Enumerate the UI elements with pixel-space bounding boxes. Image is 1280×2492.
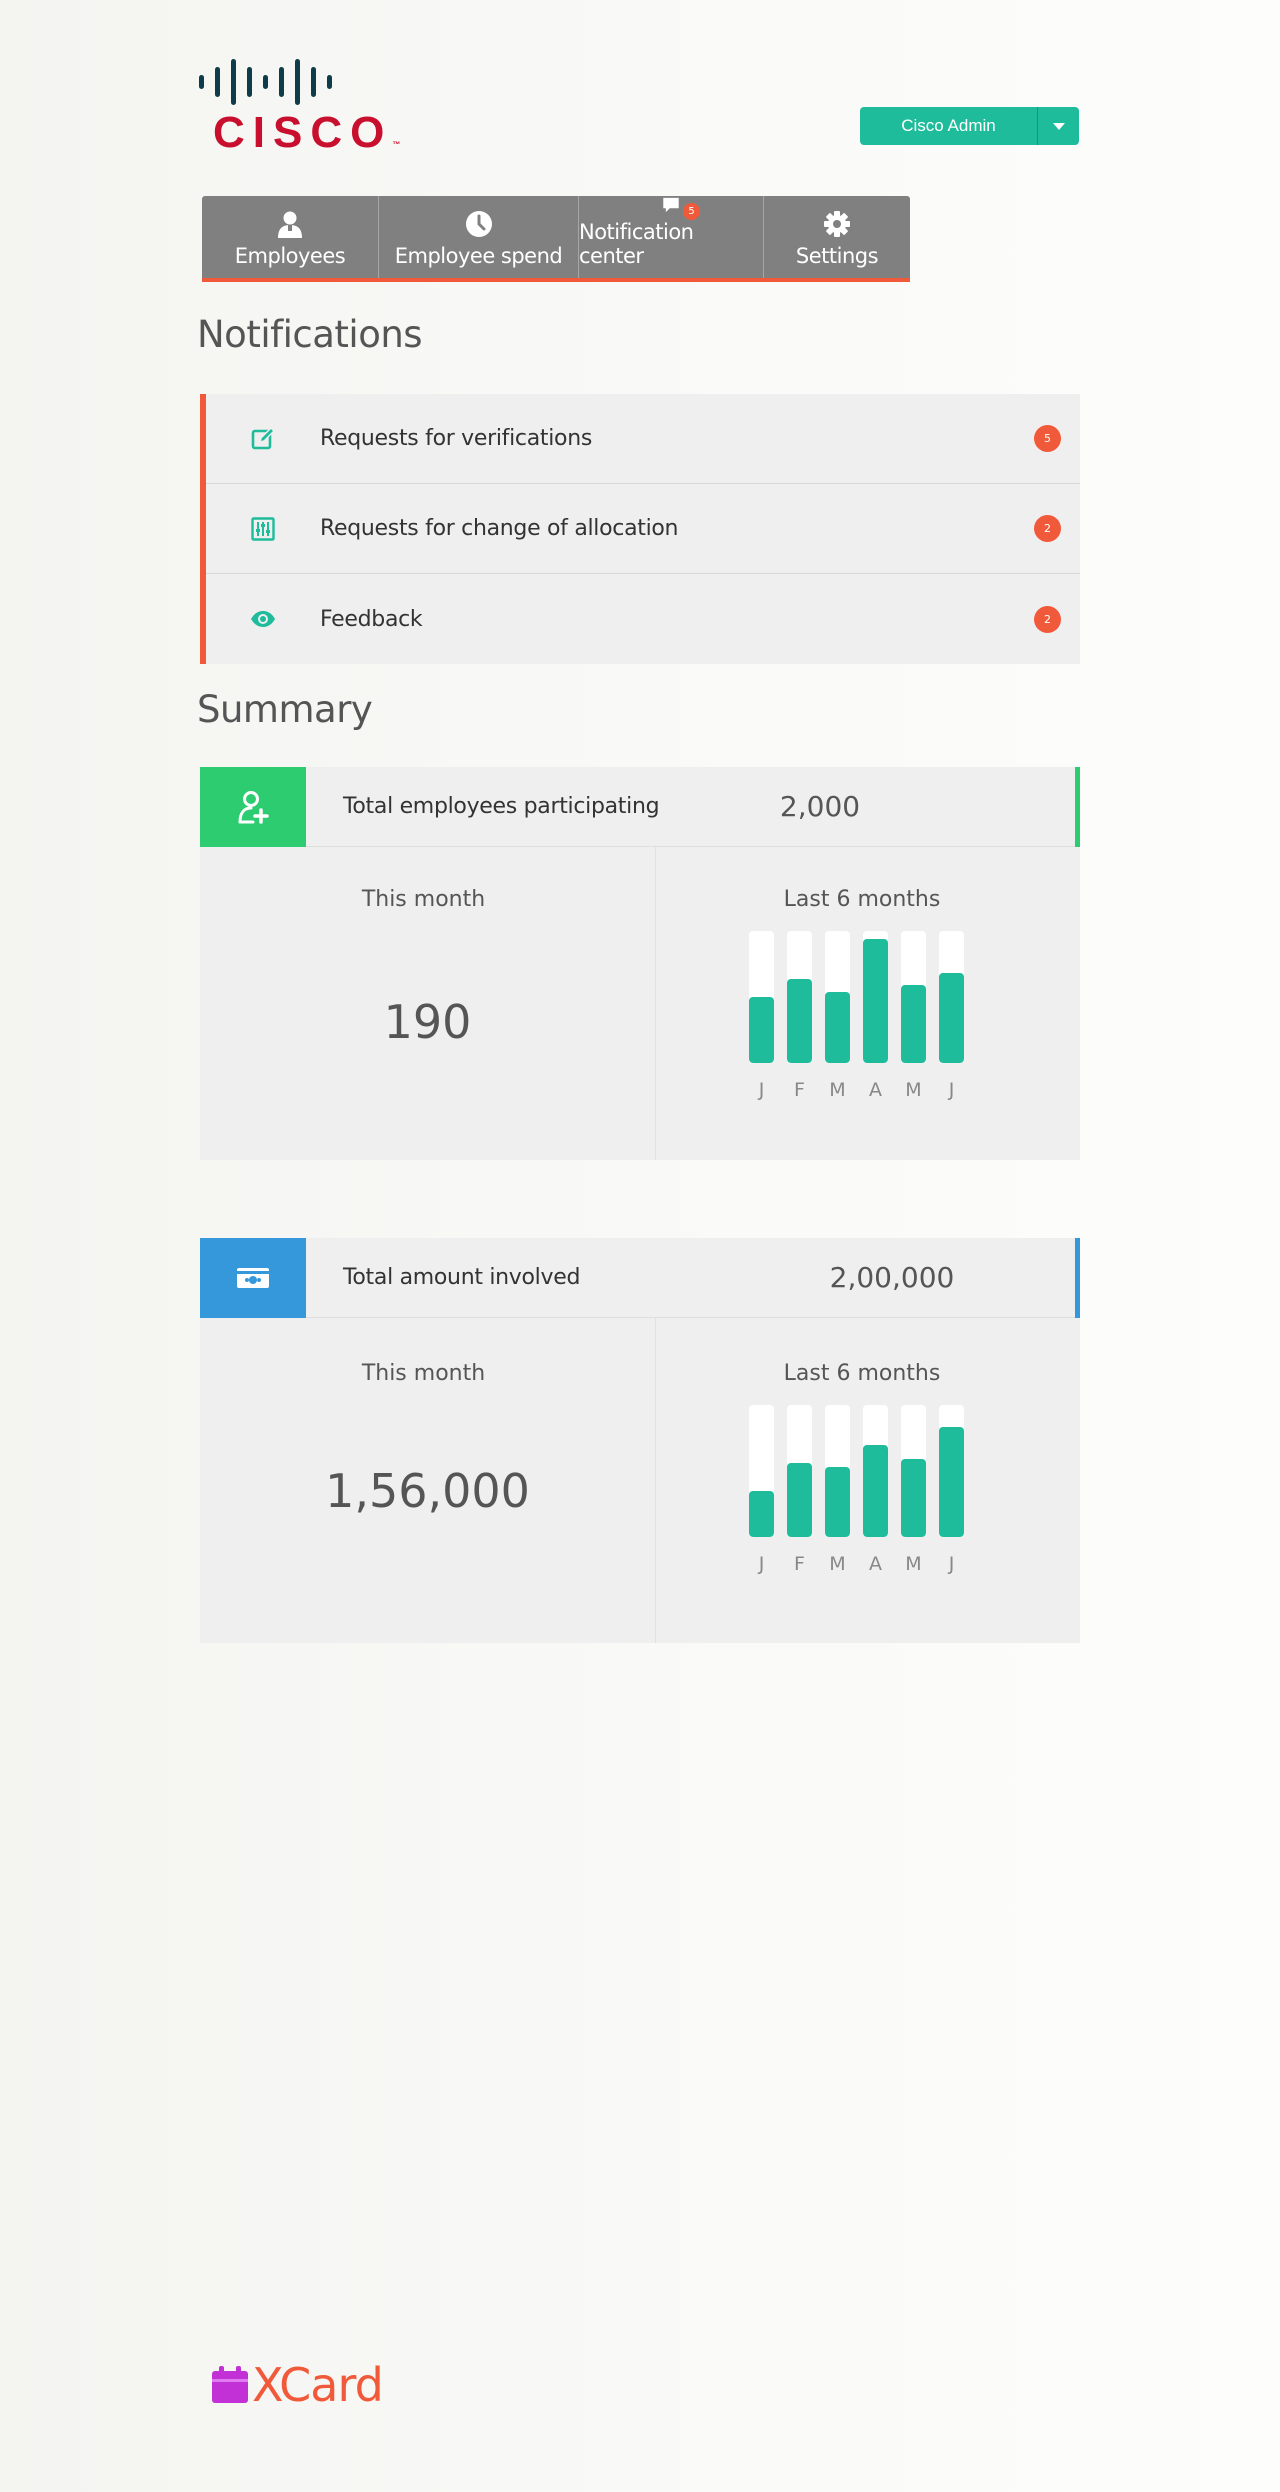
tab-settings[interactable]: Settings bbox=[764, 196, 910, 278]
card-icon-box bbox=[200, 1237, 306, 1318]
dropdown-toggle[interactable] bbox=[1037, 107, 1079, 145]
month-bar bbox=[749, 931, 774, 1063]
month-bar bbox=[939, 931, 964, 1063]
list-item[interactable]: Feedback 2 bbox=[206, 574, 1080, 664]
money-icon bbox=[237, 1267, 269, 1288]
month-bar bbox=[901, 931, 926, 1063]
month-bar bbox=[825, 931, 850, 1063]
month-label: M bbox=[905, 1553, 922, 1575]
notification-list: Requests for verifications 5 Requests fo… bbox=[200, 394, 1080, 664]
bar-fill bbox=[787, 978, 812, 1063]
count-badge: 5 bbox=[1034, 425, 1061, 452]
summary-card-amount: Total amount involved 2,00,000 This mont… bbox=[200, 1237, 1080, 1643]
card-accent bbox=[1075, 1238, 1080, 1318]
card-total: 2,000 bbox=[779, 790, 861, 823]
month-bar bbox=[863, 931, 888, 1063]
this-month-value: 1,56,000 bbox=[325, 1464, 530, 1518]
card-total: 2,00,000 bbox=[829, 1261, 955, 1294]
gear-icon bbox=[824, 211, 850, 237]
bar-fill bbox=[863, 938, 888, 1063]
notifications-title: Notifications bbox=[197, 313, 423, 356]
edit-icon bbox=[251, 426, 275, 449]
list-item[interactable]: Requests for verifications 5 bbox=[206, 394, 1080, 484]
admin-dropdown[interactable]: Cisco Admin bbox=[860, 107, 1079, 145]
bar-fill bbox=[749, 997, 774, 1063]
month-bar bbox=[749, 1405, 774, 1537]
calendar-icon bbox=[212, 2366, 248, 2403]
sliders-icon bbox=[251, 516, 275, 541]
month-bar bbox=[787, 1405, 812, 1537]
chat-icon bbox=[663, 197, 679, 213]
last-months-caption: Last 6 months bbox=[783, 1361, 941, 1386]
notification-label: Requests for change of allocation bbox=[320, 516, 679, 541]
bar-fill bbox=[901, 1459, 926, 1537]
month-label: M bbox=[829, 1079, 846, 1101]
bar-fill bbox=[939, 1427, 964, 1537]
month-label: A bbox=[869, 1079, 882, 1101]
bar-fill bbox=[749, 1490, 774, 1537]
eye-icon bbox=[251, 611, 275, 627]
tab-employees[interactable]: Employees bbox=[202, 196, 379, 278]
card-accent bbox=[1075, 767, 1080, 847]
main-nav: Employees Employee spend 5 Notification … bbox=[202, 196, 910, 282]
xcard-brand: XCard bbox=[210, 2358, 384, 2412]
bar-fill bbox=[863, 1444, 888, 1537]
list-item[interactable]: Requests for change of allocation 2 bbox=[206, 484, 1080, 574]
month-label: F bbox=[794, 1079, 805, 1101]
admin-button[interactable]: Cisco Admin bbox=[860, 107, 1037, 145]
this-month-value: 190 bbox=[383, 995, 472, 1049]
month-label: A bbox=[869, 1553, 882, 1575]
tab-employee-spend[interactable]: Employee spend bbox=[379, 196, 579, 278]
this-month-caption: This month bbox=[361, 1361, 486, 1386]
caret-down-icon bbox=[1052, 122, 1065, 130]
month-bar bbox=[939, 1405, 964, 1537]
month-label: F bbox=[794, 1553, 805, 1575]
month-label: J bbox=[758, 1079, 765, 1101]
mini-chart: Last 6 months J F M A M J bbox=[656, 1318, 1080, 1643]
notification-label: Requests for verifications bbox=[320, 426, 593, 451]
month-label: J bbox=[948, 1553, 955, 1575]
bar-fill bbox=[939, 973, 964, 1063]
month-label: J bbox=[948, 1079, 955, 1101]
this-month-caption: This month bbox=[361, 887, 486, 912]
card-label: Total employees participating bbox=[343, 794, 660, 819]
month-label: J bbox=[758, 1553, 765, 1575]
month-bar bbox=[825, 1405, 850, 1537]
month-label: M bbox=[829, 1553, 846, 1575]
logo-wordmark: CISCO™ bbox=[213, 108, 401, 157]
last-months-caption: Last 6 months bbox=[783, 887, 941, 912]
card-icon-box bbox=[200, 766, 306, 847]
count-badge: 2 bbox=[1034, 605, 1061, 633]
tab-notification-center[interactable]: 5 Notification center bbox=[579, 196, 764, 278]
bar-fill bbox=[787, 1463, 812, 1537]
month-label: M bbox=[905, 1079, 922, 1101]
month-bar bbox=[863, 1405, 888, 1537]
bar-fill bbox=[901, 985, 926, 1063]
bar-fill bbox=[825, 1467, 850, 1537]
logo-bars bbox=[199, 58, 369, 106]
cisco-logo: CISCO™ bbox=[199, 58, 400, 157]
count-badge: 2 bbox=[1034, 515, 1061, 542]
notification-label: Feedback bbox=[320, 606, 423, 632]
month-bar bbox=[787, 931, 812, 1063]
notification-badge: 5 bbox=[683, 203, 700, 220]
bar-fill bbox=[825, 991, 850, 1063]
card-label: Total amount involved bbox=[343, 1265, 581, 1290]
summary-card-employees: Total employees participating 2,000 This… bbox=[200, 766, 1080, 1160]
summary-title: Summary bbox=[197, 688, 373, 731]
mini-chart: Last 6 months J F M A M J bbox=[656, 847, 1080, 1160]
person-icon bbox=[278, 211, 302, 238]
add-user-icon bbox=[238, 790, 269, 824]
brand-name: XCard bbox=[252, 2358, 384, 2412]
clock-icon bbox=[465, 211, 492, 237]
month-bar bbox=[901, 1405, 926, 1537]
